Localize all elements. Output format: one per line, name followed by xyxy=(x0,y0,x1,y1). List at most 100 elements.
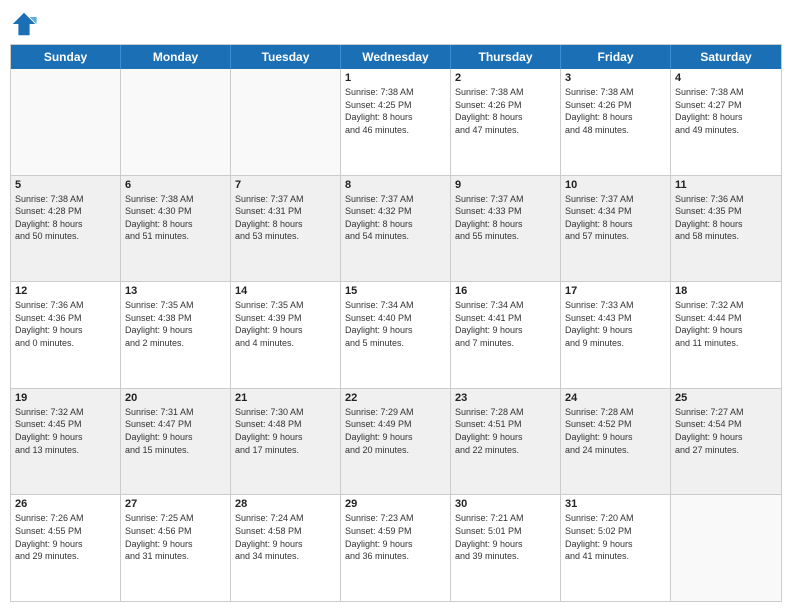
calendar-header-row: SundayMondayTuesdayWednesdayThursdayFrid… xyxy=(11,45,781,69)
day-cell-2: 2 Sunrise: 7:38 AM Sunset: 4:26 PM Daylig… xyxy=(451,69,561,175)
day-number: 6 xyxy=(125,179,226,191)
day-cell-3: 3 Sunrise: 7:38 AM Sunset: 4:26 PM Daylig… xyxy=(561,69,671,175)
day-number: 14 xyxy=(235,285,336,297)
day-number: 1 xyxy=(345,72,446,84)
day-number: 22 xyxy=(345,392,446,404)
day-cell-27: 27 Sunrise: 7:25 AM Sunset: 4:56 PM Dayli… xyxy=(121,495,231,601)
calendar-row-3: 19Sunrise: 7:32 AM Sunset: 4:45 PM Dayli… xyxy=(11,389,781,496)
day-info: Sunrise: 7:38 AM Sunset: 4:27 PM Dayligh… xyxy=(675,86,777,136)
day-info: Sunrise: 7:38 AM Sunset: 4:26 PM Dayligh… xyxy=(565,86,666,136)
day-info: Sunrise: 7:38 AM Sunset: 4:30 PM Dayligh… xyxy=(125,193,226,243)
day-number: 2 xyxy=(455,72,556,84)
day-cell-23: 23 Sunrise: 7:28 AM Sunset: 4:51 PM Dayli… xyxy=(451,389,561,495)
day-cell-18: 18 Sunrise: 7:32 AM Sunset: 4:44 PM Dayli… xyxy=(671,282,781,388)
day-info: Sunrise: 7:34 AM Sunset: 4:41 PM Dayligh… xyxy=(455,299,556,349)
day-number: 11 xyxy=(675,179,777,191)
day-cell-16: 16 Sunrise: 7:34 AM Sunset: 4:41 PM Dayli… xyxy=(451,282,561,388)
day-number: 16 xyxy=(455,285,556,297)
empty-cell xyxy=(671,495,781,601)
day-cell-15: 15Sunrise: 7:34 AM Sunset: 4:40 PM Dayli… xyxy=(341,282,451,388)
day-info: Sunrise: 7:35 AM Sunset: 4:39 PM Dayligh… xyxy=(235,299,336,349)
day-info: Sunrise: 7:28 AM Sunset: 4:52 PM Dayligh… xyxy=(565,406,666,456)
day-info: Sunrise: 7:29 AM Sunset: 4:49 PM Dayligh… xyxy=(345,406,446,456)
day-cell-25: 25 Sunrise: 7:27 AM Sunset: 4:54 PM Dayli… xyxy=(671,389,781,495)
day-number: 18 xyxy=(675,285,777,297)
calendar: SundayMondayTuesdayWednesdayThursdayFrid… xyxy=(10,44,782,602)
day-cell-20: 20 Sunrise: 7:31 AM Sunset: 4:47 PM Dayli… xyxy=(121,389,231,495)
day-cell-30: 30 Sunrise: 7:21 AM Sunset: 5:01 PM Dayli… xyxy=(451,495,561,601)
day-info: Sunrise: 7:38 AM Sunset: 4:25 PM Dayligh… xyxy=(345,86,446,136)
logo xyxy=(10,10,42,38)
calendar-row-2: 12 Sunrise: 7:36 AM Sunset: 4:36 PM Dayli… xyxy=(11,282,781,389)
day-info: Sunrise: 7:37 AM Sunset: 4:34 PM Dayligh… xyxy=(565,193,666,243)
day-number: 21 xyxy=(235,392,336,404)
day-info: Sunrise: 7:37 AM Sunset: 4:33 PM Dayligh… xyxy=(455,193,556,243)
day-info: Sunrise: 7:34 AM Sunset: 4:40 PM Dayligh… xyxy=(345,299,446,349)
day-number: 3 xyxy=(565,72,666,84)
day-cell-11: 11 Sunrise: 7:36 AM Sunset: 4:35 PM Dayli… xyxy=(671,176,781,282)
day-number: 27 xyxy=(125,498,226,510)
day-info: Sunrise: 7:30 AM Sunset: 4:48 PM Dayligh… xyxy=(235,406,336,456)
day-info: Sunrise: 7:32 AM Sunset: 4:45 PM Dayligh… xyxy=(15,406,116,456)
day-number: 9 xyxy=(455,179,556,191)
day-info: Sunrise: 7:28 AM Sunset: 4:51 PM Dayligh… xyxy=(455,406,556,456)
day-info: Sunrise: 7:33 AM Sunset: 4:43 PM Dayligh… xyxy=(565,299,666,349)
day-number: 31 xyxy=(565,498,666,510)
day-info: Sunrise: 7:26 AM Sunset: 4:55 PM Dayligh… xyxy=(15,512,116,562)
day-number: 29 xyxy=(345,498,446,510)
weekday-header-thursday: Thursday xyxy=(451,45,561,69)
day-info: Sunrise: 7:35 AM Sunset: 4:38 PM Dayligh… xyxy=(125,299,226,349)
day-number: 25 xyxy=(675,392,777,404)
day-cell-6: 6 Sunrise: 7:38 AM Sunset: 4:30 PM Daylig… xyxy=(121,176,231,282)
day-cell-14: 14 Sunrise: 7:35 AM Sunset: 4:39 PM Dayli… xyxy=(231,282,341,388)
day-cell-29: 29 Sunrise: 7:23 AM Sunset: 4:59 PM Dayli… xyxy=(341,495,451,601)
day-cell-19: 19Sunrise: 7:32 AM Sunset: 4:45 PM Dayli… xyxy=(11,389,121,495)
calendar-body: 1 Sunrise: 7:38 AM Sunset: 4:25 PM Daylig… xyxy=(11,69,781,601)
weekday-header-monday: Monday xyxy=(121,45,231,69)
calendar-row-0: 1 Sunrise: 7:38 AM Sunset: 4:25 PM Daylig… xyxy=(11,69,781,176)
day-number: 7 xyxy=(235,179,336,191)
day-cell-12: 12 Sunrise: 7:36 AM Sunset: 4:36 PM Dayli… xyxy=(11,282,121,388)
day-number: 12 xyxy=(15,285,116,297)
day-info: Sunrise: 7:38 AM Sunset: 4:26 PM Dayligh… xyxy=(455,86,556,136)
day-number: 23 xyxy=(455,392,556,404)
day-info: Sunrise: 7:32 AM Sunset: 4:44 PM Dayligh… xyxy=(675,299,777,349)
day-cell-22: 22 Sunrise: 7:29 AM Sunset: 4:49 PM Dayli… xyxy=(341,389,451,495)
day-info: Sunrise: 7:25 AM Sunset: 4:56 PM Dayligh… xyxy=(125,512,226,562)
day-cell-13: 13Sunrise: 7:35 AM Sunset: 4:38 PM Dayli… xyxy=(121,282,231,388)
day-cell-5: 5 Sunrise: 7:38 AM Sunset: 4:28 PM Daylig… xyxy=(11,176,121,282)
day-info: Sunrise: 7:21 AM Sunset: 5:01 PM Dayligh… xyxy=(455,512,556,562)
day-cell-4: 4Sunrise: 7:38 AM Sunset: 4:27 PM Daylig… xyxy=(671,69,781,175)
day-cell-7: 7 Sunrise: 7:37 AM Sunset: 4:31 PM Daylig… xyxy=(231,176,341,282)
day-cell-31: 31 Sunrise: 7:20 AM Sunset: 5:02 PM Dayli… xyxy=(561,495,671,601)
day-number: 20 xyxy=(125,392,226,404)
day-cell-21: 21 Sunrise: 7:30 AM Sunset: 4:48 PM Dayli… xyxy=(231,389,341,495)
day-number: 8 xyxy=(345,179,446,191)
day-info: Sunrise: 7:36 AM Sunset: 4:36 PM Dayligh… xyxy=(15,299,116,349)
day-number: 28 xyxy=(235,498,336,510)
day-info: Sunrise: 7:31 AM Sunset: 4:47 PM Dayligh… xyxy=(125,406,226,456)
weekday-header-sunday: Sunday xyxy=(11,45,121,69)
empty-cell xyxy=(121,69,231,175)
day-number: 30 xyxy=(455,498,556,510)
day-number: 24 xyxy=(565,392,666,404)
day-info: Sunrise: 7:23 AM Sunset: 4:59 PM Dayligh… xyxy=(345,512,446,562)
day-cell-9: 9 Sunrise: 7:37 AM Sunset: 4:33 PM Daylig… xyxy=(451,176,561,282)
day-info: Sunrise: 7:38 AM Sunset: 4:28 PM Dayligh… xyxy=(15,193,116,243)
day-info: Sunrise: 7:27 AM Sunset: 4:54 PM Dayligh… xyxy=(675,406,777,456)
day-cell-10: 10Sunrise: 7:37 AM Sunset: 4:34 PM Dayli… xyxy=(561,176,671,282)
calendar-row-4: 26Sunrise: 7:26 AM Sunset: 4:55 PM Dayli… xyxy=(11,495,781,601)
logo-icon xyxy=(10,10,38,38)
day-info: Sunrise: 7:37 AM Sunset: 4:32 PM Dayligh… xyxy=(345,193,446,243)
day-info: Sunrise: 7:37 AM Sunset: 4:31 PM Dayligh… xyxy=(235,193,336,243)
day-cell-24: 24 Sunrise: 7:28 AM Sunset: 4:52 PM Dayli… xyxy=(561,389,671,495)
day-cell-26: 26Sunrise: 7:26 AM Sunset: 4:55 PM Dayli… xyxy=(11,495,121,601)
weekday-header-tuesday: Tuesday xyxy=(231,45,341,69)
weekday-header-saturday: Saturday xyxy=(671,45,781,69)
empty-cell xyxy=(11,69,121,175)
day-cell-28: 28Sunrise: 7:24 AM Sunset: 4:58 PM Dayli… xyxy=(231,495,341,601)
day-number: 5 xyxy=(15,179,116,191)
calendar-row-1: 5 Sunrise: 7:38 AM Sunset: 4:28 PM Daylig… xyxy=(11,176,781,283)
day-info: Sunrise: 7:20 AM Sunset: 5:02 PM Dayligh… xyxy=(565,512,666,562)
day-info: Sunrise: 7:36 AM Sunset: 4:35 PM Dayligh… xyxy=(675,193,777,243)
